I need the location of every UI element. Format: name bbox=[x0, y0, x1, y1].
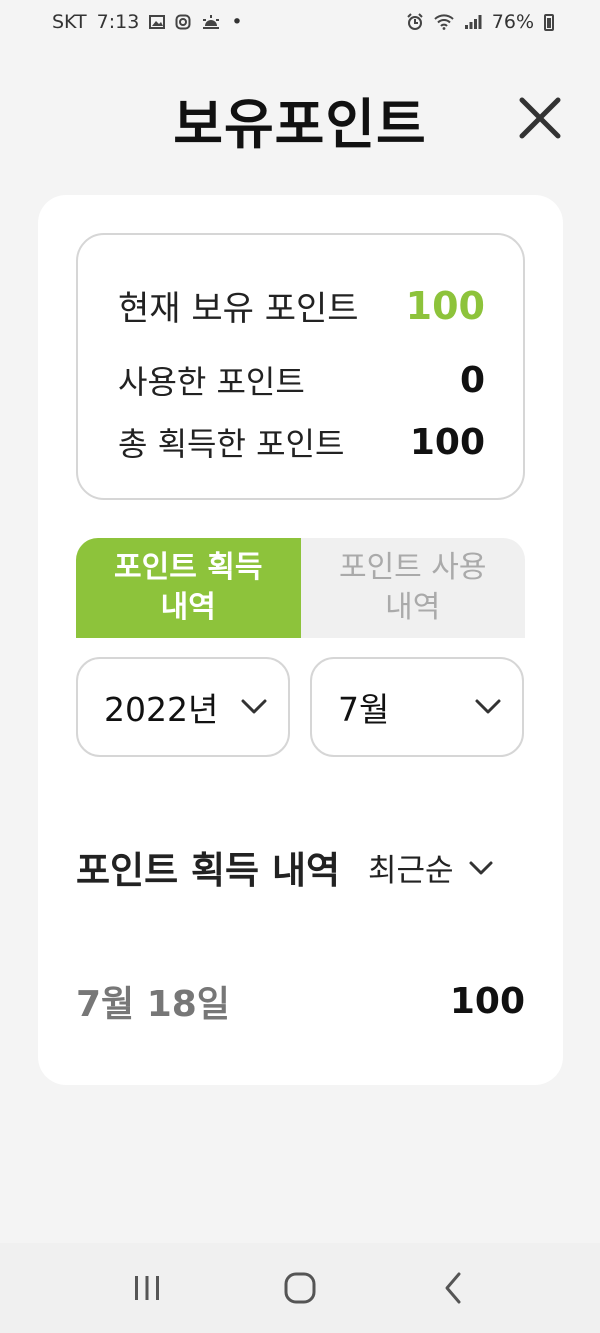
signal-icon bbox=[464, 14, 482, 30]
current-points-label: 현재 보유 포인트 bbox=[118, 289, 359, 329]
sort-select[interactable]: 최근순 bbox=[368, 845, 494, 890]
used-points-label: 사용한 포인트 bbox=[118, 363, 305, 401]
home-button[interactable] bbox=[270, 1258, 330, 1318]
instagram-icon bbox=[175, 14, 191, 30]
points-card: 현재 보유 포인트 100 사용한 포인트 0 총 획득한 포인트 100 포인… bbox=[38, 195, 563, 1085]
alarm-icon bbox=[406, 13, 424, 31]
month-select[interactable]: 7월 bbox=[310, 657, 524, 757]
gallery-icon bbox=[149, 14, 166, 30]
used-points-row: 사용한 포인트 0 bbox=[118, 357, 485, 403]
notification-dot: • bbox=[231, 11, 243, 33]
battery-percent: 76% bbox=[491, 11, 534, 33]
recent-apps-button[interactable] bbox=[117, 1258, 177, 1318]
back-icon bbox=[445, 1272, 461, 1304]
history-date: 7월 18일 bbox=[76, 984, 230, 1025]
points-summary-box: 현재 보유 포인트 100 사용한 포인트 0 총 획득한 포인트 100 bbox=[76, 233, 525, 500]
system-nav-bar bbox=[0, 1243, 600, 1333]
tab-used-label: 포인트 사용 내역 bbox=[339, 548, 487, 628]
tab-used-label-line2: 내역 bbox=[385, 590, 441, 625]
history-row: 7월 18일 100 bbox=[76, 975, 525, 1027]
tab-earned-label-line1: 포인트 획득 bbox=[114, 550, 263, 585]
current-points-row: 현재 보유 포인트 100 bbox=[118, 281, 485, 330]
total-points-value: 100 bbox=[409, 421, 485, 463]
clock: 7:13 bbox=[96, 11, 140, 33]
history-amount: 100 bbox=[449, 980, 525, 1022]
battery-icon bbox=[544, 13, 554, 31]
sort-label: 최근순 bbox=[368, 853, 454, 889]
status-bar-right: 76% bbox=[406, 11, 554, 33]
total-points-label: 총 획득한 포인트 bbox=[118, 425, 345, 463]
chevron-down-icon bbox=[475, 699, 501, 714]
used-points-value: 0 bbox=[459, 359, 485, 401]
total-points-row: 총 획득한 포인트 100 bbox=[118, 419, 485, 465]
month-select-value: 7월 bbox=[338, 690, 390, 729]
tab-used-label-line1: 포인트 사용 bbox=[338, 550, 487, 585]
page-title: 보유포인트 bbox=[173, 93, 427, 156]
status-bar: SKT 7:13 • 76% bbox=[0, 0, 600, 44]
status-bar-left: SKT 7:13 • bbox=[52, 11, 243, 33]
year-select-value: 2022년 bbox=[104, 690, 219, 729]
tab-earned-history[interactable]: 포인트 획득 내역 bbox=[76, 538, 301, 638]
recent-apps-icon bbox=[134, 1276, 159, 1300]
wifi-icon bbox=[434, 14, 454, 30]
carrier-label: SKT bbox=[52, 11, 87, 33]
back-button[interactable] bbox=[423, 1258, 483, 1318]
close-icon bbox=[519, 97, 561, 139]
chevron-down-icon bbox=[469, 861, 493, 874]
tab-earned-label-line2: 내역 bbox=[160, 590, 216, 625]
chevron-down-icon bbox=[241, 699, 267, 714]
home-icon bbox=[284, 1272, 316, 1304]
weather-icon bbox=[201, 14, 221, 30]
section-title: 포인트 획득 내역 bbox=[76, 849, 341, 892]
history-tabs: 포인트 획득 내역 포인트 사용 내역 bbox=[76, 538, 525, 638]
close-button[interactable] bbox=[514, 92, 566, 144]
tab-earned-label: 포인트 획득 내역 bbox=[114, 548, 262, 628]
current-points-value: 100 bbox=[405, 283, 485, 328]
year-select[interactable]: 2022년 bbox=[76, 657, 290, 757]
tab-used-history[interactable]: 포인트 사용 내역 bbox=[300, 538, 525, 638]
